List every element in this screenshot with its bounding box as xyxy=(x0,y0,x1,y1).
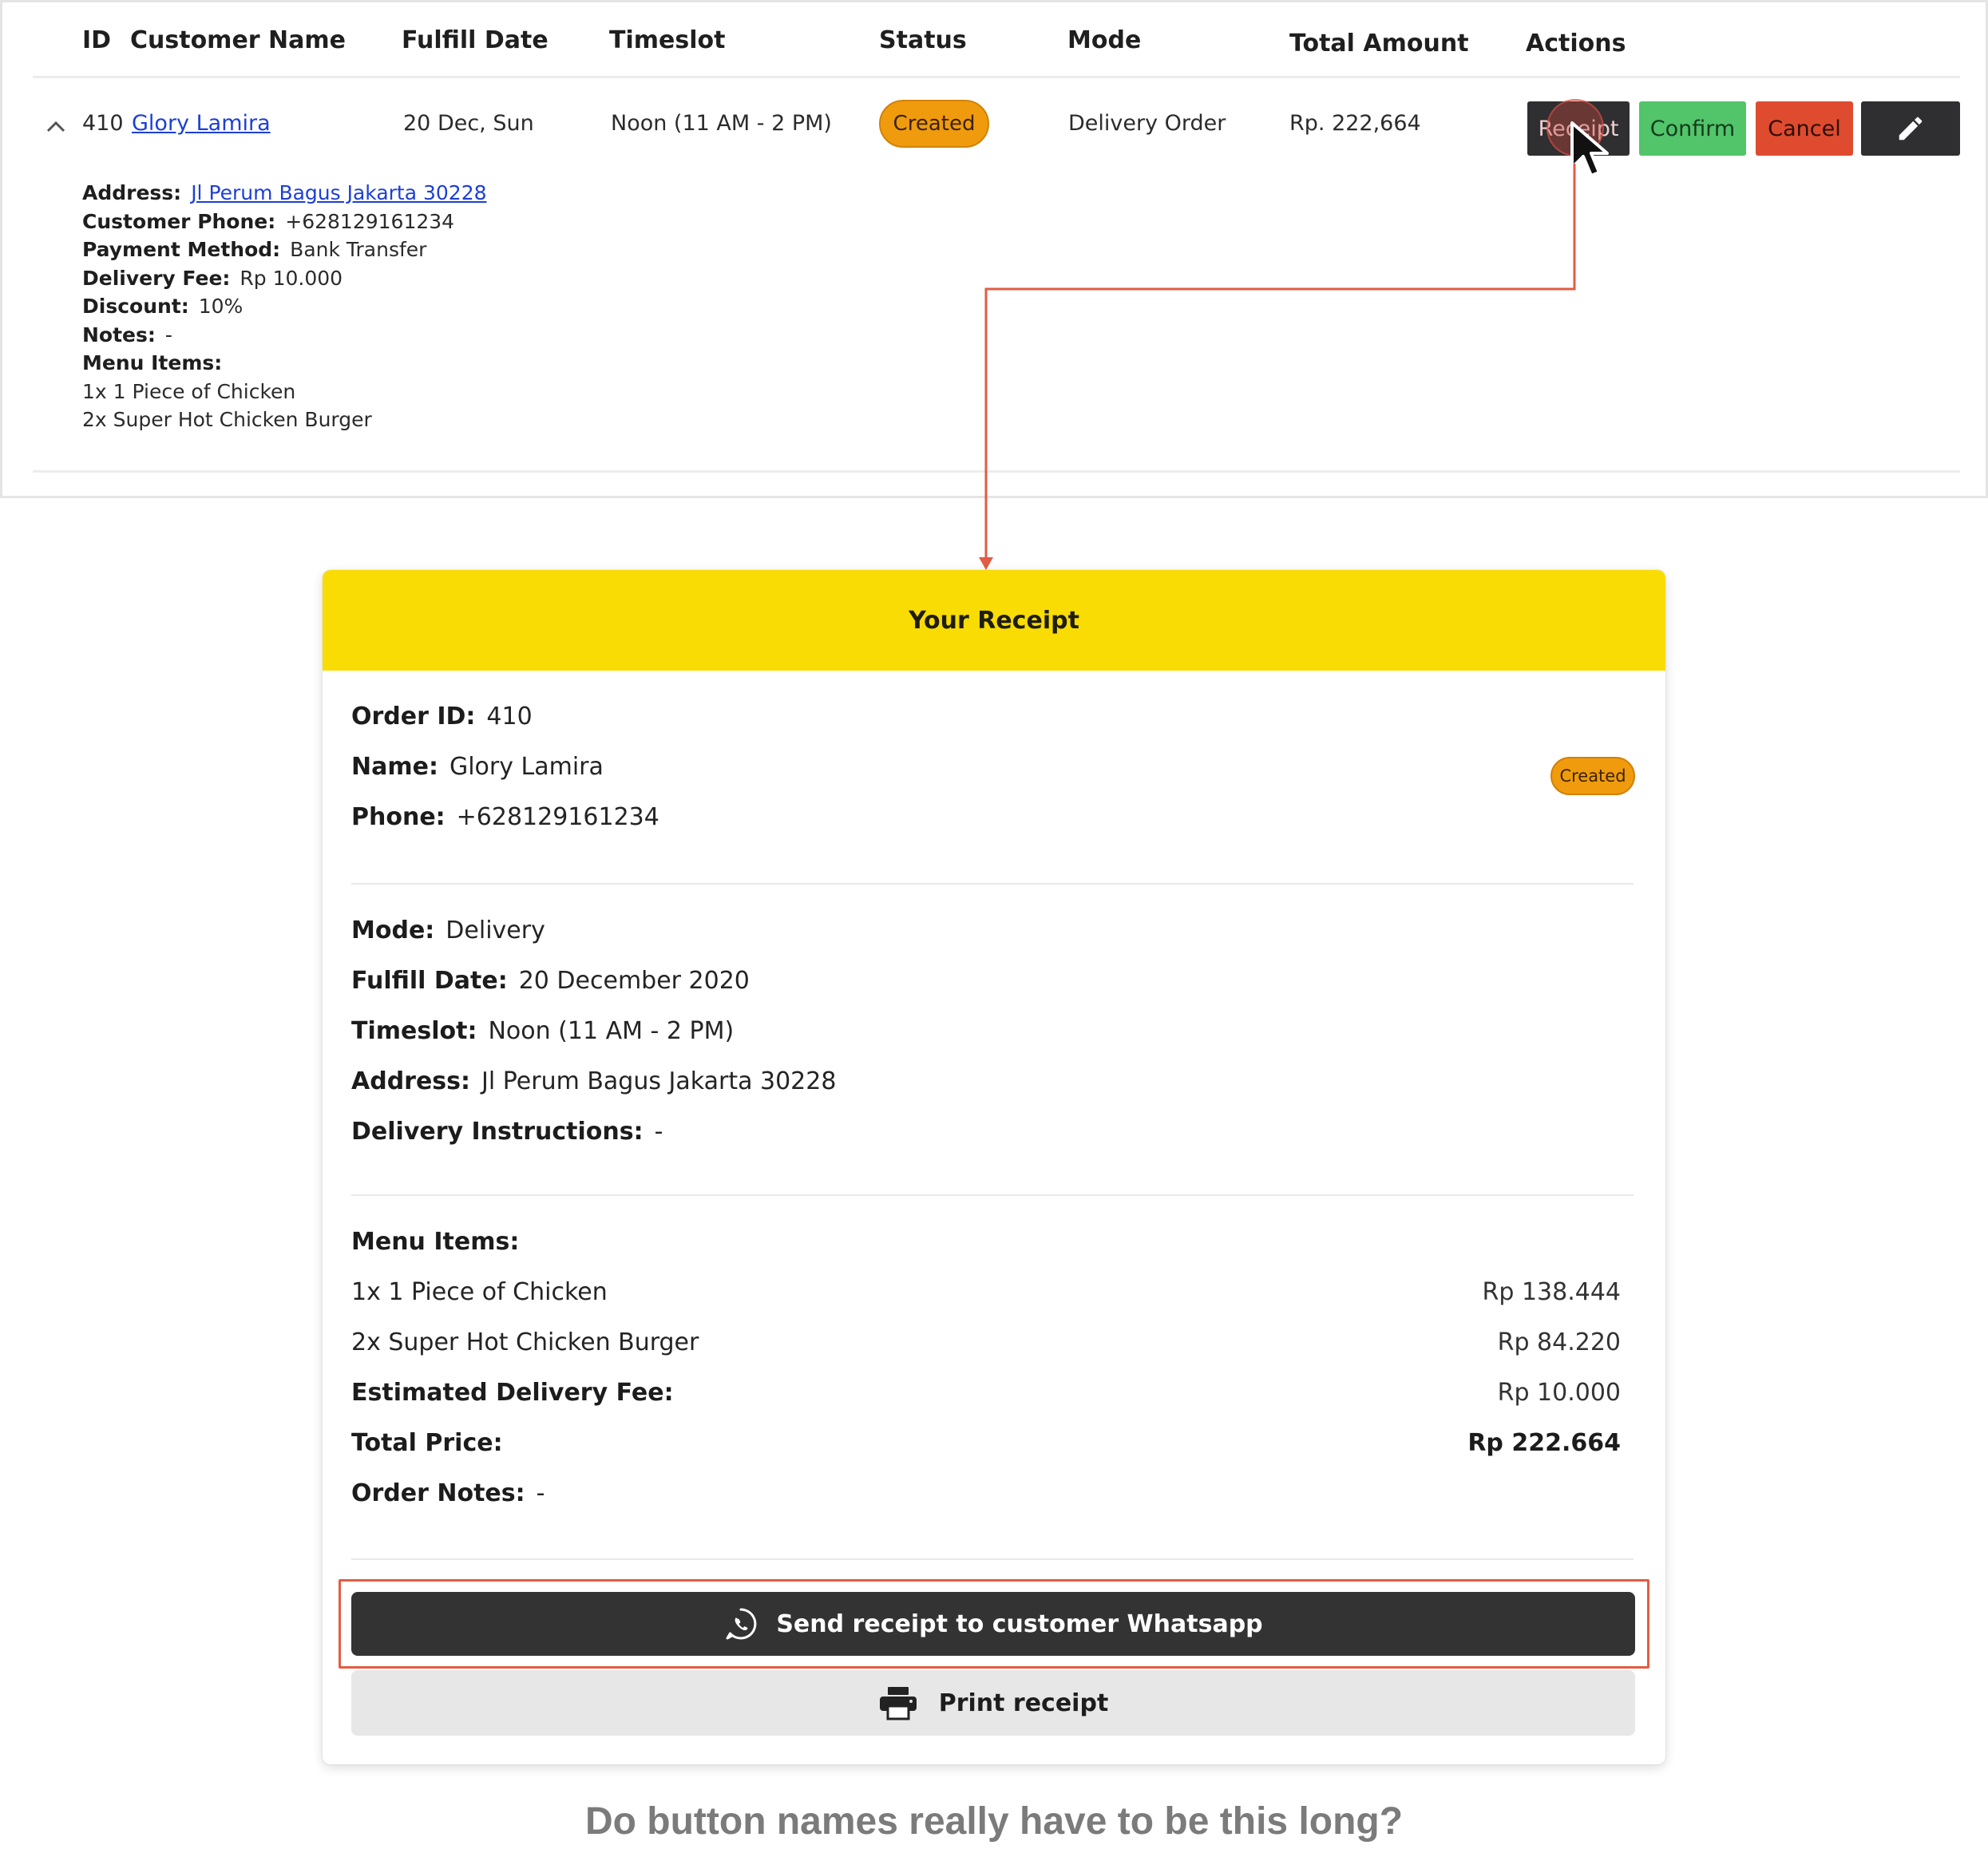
row-divider xyxy=(33,470,1960,473)
receipt-order-notes: Order Notes: - xyxy=(351,1479,545,1507)
edit-button[interactable] xyxy=(1861,101,1960,156)
receipt-delivery-fee-value: Rp 10.000 xyxy=(1497,1379,1621,1407)
print-receipt-button[interactable]: Print receipt xyxy=(351,1670,1635,1736)
phone-label: Customer Phone: xyxy=(82,209,276,233)
confirm-button[interactable]: Confirm xyxy=(1639,101,1746,156)
receipt-item-name: 1x 1 Piece of Chicken xyxy=(351,1278,608,1306)
receipt-mode: Mode: Delivery xyxy=(351,917,545,944)
caption: Do button names really have to be this l… xyxy=(584,1800,1404,1843)
receipt-total-value: Rp 222.664 xyxy=(1467,1429,1621,1457)
whatsapp-icon xyxy=(726,1608,757,1640)
receipt-phone: Phone: +628129161234 xyxy=(351,803,659,831)
header-id: ID xyxy=(82,26,112,54)
receipt-fulfill-date: Fulfill Date: 20 December 2020 xyxy=(351,967,750,995)
header-timeslot: Timeslot xyxy=(609,26,726,54)
cell-timeslot: Noon (11 AM - 2 PM) xyxy=(611,111,832,136)
discount-value: 10% xyxy=(198,295,244,318)
header-divider xyxy=(33,76,1960,78)
header-fulfill-date: Fulfill Date xyxy=(402,26,548,54)
receipt-divider xyxy=(351,1558,1634,1560)
cancel-button[interactable]: Cancel xyxy=(1756,101,1853,156)
header-mode: Mode xyxy=(1067,26,1142,54)
receipt-order-id: Order ID: 410 xyxy=(351,703,533,730)
notes-label: Notes: xyxy=(82,323,156,346)
receipt-menu-items-label: Menu Items: xyxy=(351,1228,520,1256)
printer-icon xyxy=(879,1687,917,1720)
menu-item: 2x Super Hot Chicken Burger xyxy=(82,408,372,431)
receipt-total-label: Total Price: xyxy=(351,1429,503,1457)
receipt-name: Name: Glory Lamira xyxy=(351,753,604,781)
header-status: Status xyxy=(879,26,967,54)
cell-mode: Delivery Order xyxy=(1068,111,1226,136)
customer-name-link[interactable]: Glory Lamira xyxy=(132,111,271,136)
receipt-item-name: 2x Super Hot Chicken Burger xyxy=(351,1328,699,1356)
payment-value: Bank Transfer xyxy=(290,238,427,261)
header-total-amount: Total Amount xyxy=(1289,30,1469,57)
receipt-delivery-fee-label: Estimated Delivery Fee: xyxy=(351,1379,674,1407)
receipt-item-price: Rp 138.444 xyxy=(1482,1278,1621,1306)
receipt-title: Your Receipt xyxy=(323,570,1665,671)
delivery-fee-value: Rp 10.000 xyxy=(240,266,343,290)
receipt-delivery-instructions: Delivery Instructions: - xyxy=(351,1118,663,1146)
status-badge: Created xyxy=(879,100,989,148)
menu-items-label: Menu Items: xyxy=(82,351,223,374)
print-receipt-label: Print receipt xyxy=(938,1689,1109,1717)
pencil-icon xyxy=(1899,117,1923,141)
chevron-up-icon[interactable] xyxy=(46,116,66,137)
header-customer-name: Customer Name xyxy=(130,26,346,54)
discount-label: Discount: xyxy=(82,295,189,318)
cursor-icon xyxy=(1570,121,1609,177)
address-label: Address: xyxy=(82,181,182,204)
receipt-timeslot: Timeslot: Noon (11 AM - 2 PM) xyxy=(351,1017,735,1045)
receipt-divider xyxy=(351,883,1634,885)
cell-total-amount: Rp. 222,664 xyxy=(1289,111,1421,136)
receipt-status-badge: Created xyxy=(1550,757,1635,795)
receipt-address: Address: Jl Perum Bagus Jakarta 30228 xyxy=(351,1067,837,1095)
notes-value: - xyxy=(164,323,172,346)
send-whatsapp-label: Send receipt to customer Whatsapp xyxy=(776,1609,1263,1638)
orders-table: ID Customer Name Fulfill Date Timeslot S… xyxy=(0,0,1988,498)
menu-item: 1x 1 Piece of Chicken xyxy=(82,379,296,403)
receipt-divider xyxy=(351,1194,1634,1196)
cell-id: 410 xyxy=(82,111,124,136)
receipt-card: Your Receipt Order ID: 410 Name: Glory Lam… xyxy=(323,570,1665,1764)
cell-fulfill-date: 20 Dec, Sun xyxy=(403,111,534,136)
delivery-fee-label: Delivery Fee: xyxy=(82,266,231,290)
header-actions: Actions xyxy=(1526,30,1626,57)
send-whatsapp-button[interactable]: Send receipt to customer Whatsapp xyxy=(351,1592,1635,1656)
address-link[interactable]: Jl Perum Bagus Jakarta 30228 xyxy=(191,181,486,204)
receipt-item-price: Rp 84.220 xyxy=(1497,1328,1621,1356)
payment-label: Payment Method: xyxy=(82,238,281,261)
phone-value: +628129161234 xyxy=(285,209,455,233)
order-details: Address: Jl Perum Bagus Jakarta 30228 Cus… xyxy=(82,181,487,437)
